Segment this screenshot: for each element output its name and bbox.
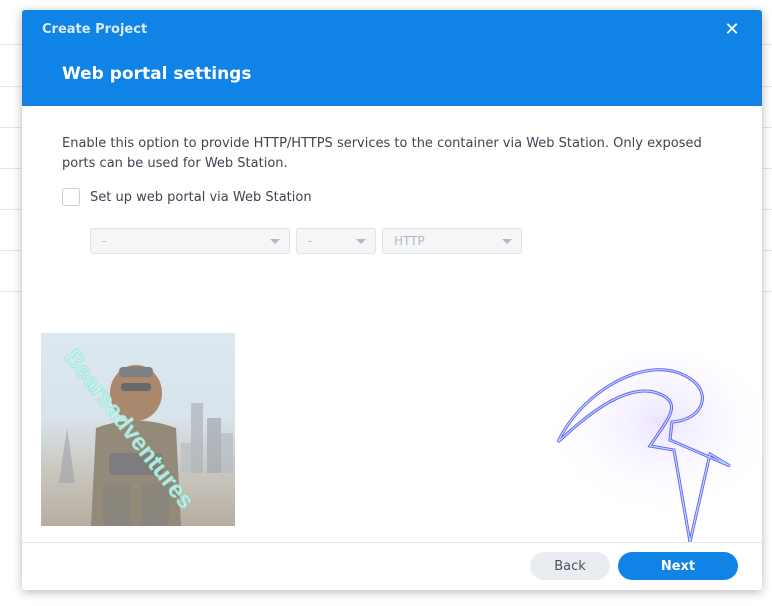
chevron-down-icon bbox=[502, 239, 512, 244]
description-text: Enable this option to provide HTTP/HTTPS… bbox=[62, 136, 702, 171]
port-select[interactable]: - bbox=[296, 228, 376, 254]
step-title: Web portal settings bbox=[62, 64, 252, 84]
chevron-down-icon bbox=[356, 239, 366, 244]
dialog-app-title: Create Project bbox=[42, 22, 148, 37]
protocol-select-value: HTTP bbox=[394, 234, 425, 248]
back-button[interactable]: Back bbox=[530, 552, 610, 580]
dialog-header: Create Project ✕ Web portal settings bbox=[22, 10, 762, 106]
web-station-checkbox-label[interactable]: Set up web portal via Web Station bbox=[90, 190, 312, 205]
host-select[interactable]: - bbox=[90, 228, 290, 254]
close-icon[interactable]: ✕ bbox=[722, 20, 742, 40]
next-button[interactable]: Next bbox=[618, 552, 738, 580]
web-station-checkbox-row[interactable]: Set up web portal via Web Station bbox=[62, 188, 312, 206]
watermark-image: Bearsadventures bbox=[41, 333, 235, 526]
port-select-value: - bbox=[308, 234, 313, 248]
bear-illustration: Bearsadventures bbox=[41, 333, 235, 526]
create-project-dialog: Create Project ✕ Web portal settings Ena… bbox=[22, 10, 762, 590]
dialog-body: Enable this option to provide HTTP/HTTPS… bbox=[62, 134, 722, 254]
web-station-checkbox[interactable] bbox=[62, 188, 80, 206]
host-select-value: - bbox=[102, 234, 107, 248]
protocol-select[interactable]: HTTP bbox=[382, 228, 522, 254]
curved-arrow-overlay bbox=[552, 350, 762, 543]
footer-divider bbox=[22, 542, 762, 543]
chevron-down-icon bbox=[270, 239, 280, 244]
